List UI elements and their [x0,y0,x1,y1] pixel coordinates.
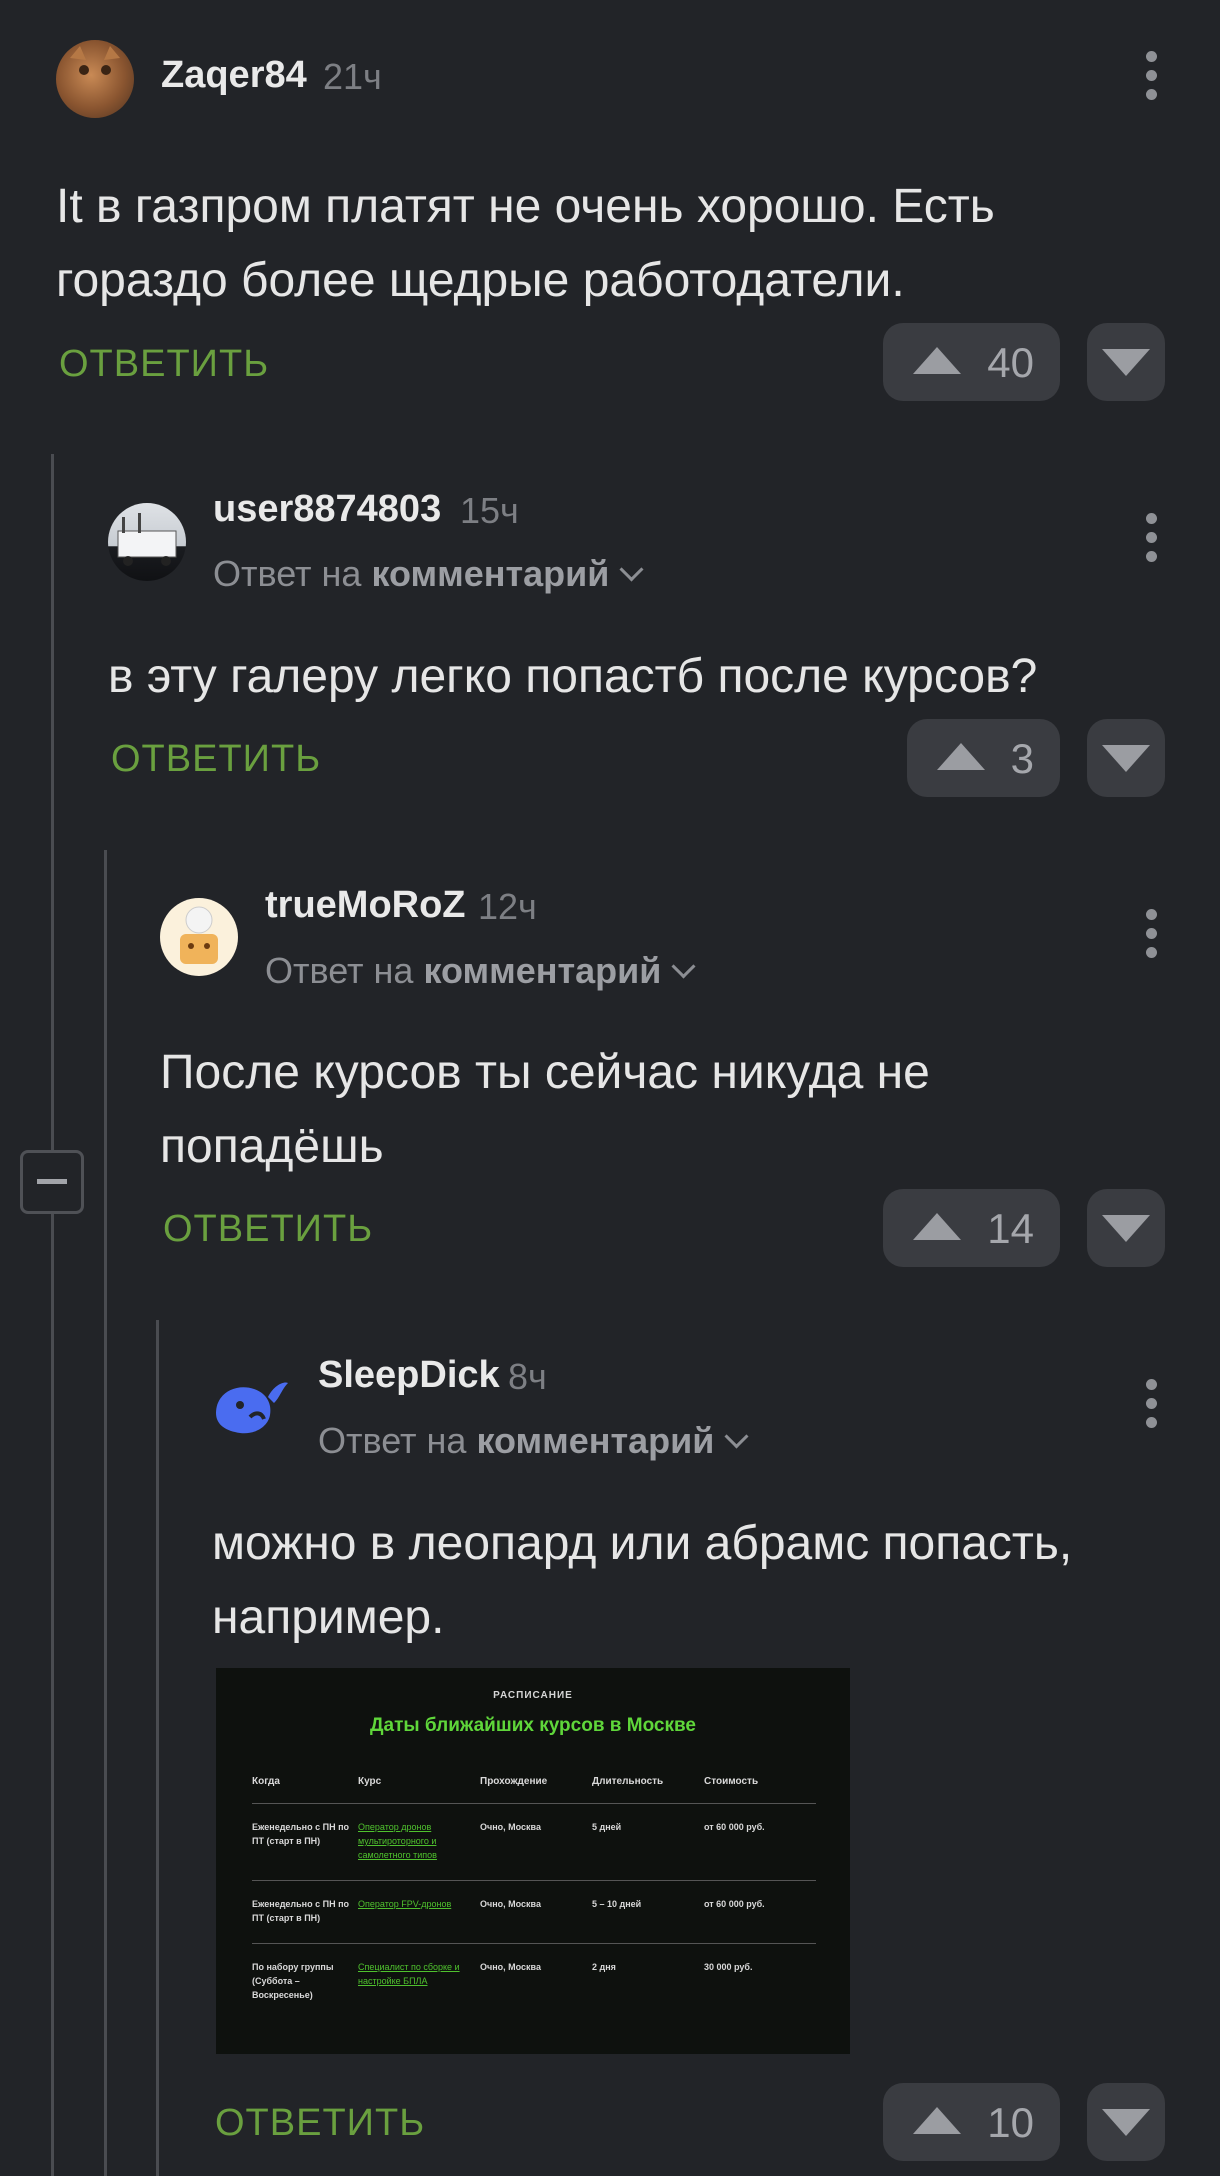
schedule-cell: По набору группы (Суббота – Воскресенье) [252,1962,334,2000]
schedule-cell: Очно, Москва [480,1880,592,1944]
more-options-icon[interactable] [1141,513,1161,569]
upvote-button[interactable]: 14 [883,1189,1060,1267]
comment-text: После курсов ты сейчас никуда не попадёш… [160,1046,930,1173]
reply-button[interactable]: ОТВЕТИТЬ [215,2102,425,2145]
schedule-header-row: Когда Курс Прохождение Длительность Стои… [252,1776,816,1804]
cat-avatar-icon [70,46,120,75]
more-options-icon[interactable] [1141,1379,1161,1435]
thread-line-level1 [51,454,54,2176]
reply-to-link[interactable]: комментарий [423,950,661,991]
reply-to-link[interactable]: комментарий [476,1420,714,1461]
course-link: Оператор дронов мультироторного и самоле… [358,1803,480,1881]
course-link: Специалист по сборке и настройке БПЛА [358,1962,460,1986]
arrow-down-icon [1102,745,1150,772]
reply-to-line: Ответ на комментарий [213,553,644,595]
schedule-cell: 2 дня [592,1962,616,1972]
avatar[interactable] [210,1367,288,1445]
course-link: Оператор FPV-дронов [358,1880,480,1944]
schedule-header: Длительность [592,1776,704,1804]
thread-line-level2 [104,850,107,2176]
reply-to-line: Ответ на комментарий [318,1420,749,1462]
schedule-header: Когда [252,1776,358,1804]
arrow-down-icon [1102,349,1150,376]
vote-score: 40 [987,339,1034,386]
reply-button[interactable]: ОТВЕТИТЬ [163,1208,373,1251]
comment-author[interactable]: trueMoRoZ [265,884,466,927]
arrow-up-icon [913,347,961,374]
schedule-header: Курс [358,1776,480,1804]
schedule-header: Стоимость [704,1776,816,1804]
comment-time: 15ч [460,490,519,531]
comment-time: 21ч [323,56,382,97]
collapse-thread-button[interactable] [20,1150,84,1214]
schedule-cell: 5 – 10 дней [592,1880,704,1944]
more-options-icon[interactable] [1141,51,1161,107]
avatar[interactable] [108,503,186,581]
reply-to-prefix: Ответ на [213,553,372,594]
upvote-button[interactable]: 3 [907,719,1060,797]
minus-icon [37,1179,67,1184]
reply-button[interactable]: ОТВЕТИТЬ [111,738,321,781]
attached-image-schedule[interactable]: РАСПИСАНИЕ Даты ближайших курсов в Москв… [216,1668,850,2054]
vote-score: 3 [1010,735,1034,782]
schedule-cell: Очно, Москва [480,1962,541,1972]
chevron-down-icon[interactable] [671,954,696,979]
arrow-up-icon [913,2107,961,2134]
schedule-cell: 5 дней [592,1803,704,1881]
reply-to-link[interactable]: комментарий [371,553,609,594]
schedule-cell: от 60 000 руб. [704,1803,816,1881]
comment-text: в эту галеру легко попастб после курсов? [108,650,1038,703]
arrow-down-icon [1102,1215,1150,1242]
chef-avatar-icon [180,906,218,964]
schedule-kicker: РАСПИСАНИЕ [493,1690,573,1701]
avatar[interactable] [160,898,238,976]
downvote-button[interactable] [1087,323,1165,401]
avatar[interactable] [56,40,134,118]
comment-time: 12ч [478,886,537,927]
comment-author[interactable]: Zaqer84 [161,54,307,97]
downvote-button[interactable] [1087,1189,1165,1267]
truck-avatar-icon [117,513,177,566]
comment-time: 8ч [508,1356,547,1397]
schedule-header: Прохождение [480,1776,592,1804]
vote-score: 10 [987,2099,1034,2146]
schedule-table: Когда Курс Прохождение Длительность Стои… [252,1776,816,2020]
chevron-down-icon[interactable] [724,1424,749,1449]
whale-avatar-icon [216,1382,288,1434]
upvote-button[interactable]: 10 [883,2083,1060,2161]
comment-author[interactable]: user8874803 [213,488,441,531]
arrow-up-icon [937,743,985,770]
table-row: Еженедельно с ПН по ПТ (старт в ПН) Опер… [252,1880,816,1944]
reply-to-prefix: Ответ на [318,1420,477,1461]
reply-button[interactable]: ОТВЕТИТЬ [59,343,269,386]
downvote-button[interactable] [1087,719,1165,797]
schedule-title: Даты ближайших курсов в Москве [369,1715,696,1736]
comment-text: It в газпром платят не очень хорошо. Ест… [56,180,995,307]
comment-text: можно в леопард или абрамс попасть, напр… [212,1517,1073,1644]
reply-to-line: Ответ на комментарий [265,950,696,992]
schedule-cell: 30 000 руб. [704,1962,753,1972]
vote-score: 14 [987,1205,1034,1252]
schedule-cell: от 60 000 руб. [704,1880,816,1944]
table-row: Еженедельно с ПН по ПТ (старт в ПН) Опер… [252,1803,816,1881]
downvote-button[interactable] [1087,2083,1165,2161]
thread-line-level3 [156,1320,159,2176]
upvote-button[interactable]: 40 [883,323,1060,401]
reply-to-prefix: Ответ на [265,950,424,991]
arrow-up-icon [913,1213,961,1240]
schedule-cell: Еженедельно с ПН по ПТ (старт в ПН) [252,1803,358,1881]
more-options-icon[interactable] [1141,909,1161,965]
schedule-cell: Очно, Москва [480,1803,592,1881]
arrow-down-icon [1102,2109,1150,2136]
chevron-down-icon[interactable] [619,557,644,582]
table-row: По набору группы (Суббота – Воскресенье)… [252,1944,816,2021]
schedule-cell: Еженедельно с ПН по ПТ (старт в ПН) [252,1880,358,1944]
comment-author[interactable]: SleepDick [318,1354,500,1397]
